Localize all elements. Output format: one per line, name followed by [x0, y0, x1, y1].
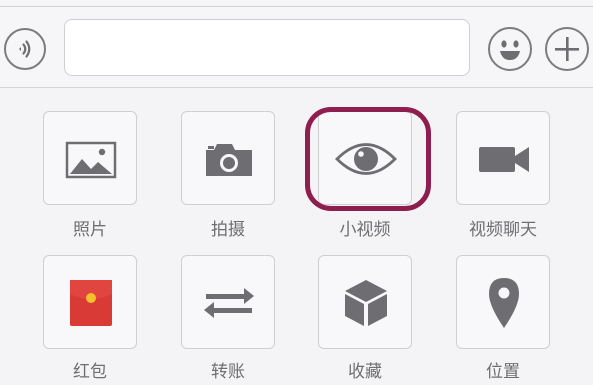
video-chat-button[interactable]	[456, 111, 550, 205]
transfer-arrows-icon	[204, 288, 254, 318]
chat-input-bar	[0, 0, 593, 88]
photo-label: 照片	[73, 220, 107, 240]
red-packet-button[interactable]	[43, 255, 137, 349]
video-camera-icon	[479, 147, 529, 172]
location-button[interactable]	[456, 255, 550, 349]
top-divider	[0, 6, 593, 7]
plus-icon	[555, 37, 579, 61]
smiley-icon	[500, 40, 520, 60]
voice-icon	[19, 40, 31, 58]
cube-icon	[345, 280, 387, 326]
location-pin-icon	[489, 278, 519, 328]
short-video-label: 小视频	[339, 220, 391, 240]
highlight-ring	[305, 107, 431, 211]
photo-button[interactable]	[43, 111, 137, 205]
video-chat-label: 视频聊天	[469, 220, 537, 240]
camera-label: 拍摄	[211, 220, 245, 240]
transfer-button[interactable]	[181, 255, 275, 349]
red-packet-icon	[70, 280, 112, 326]
favorites-button[interactable]	[318, 255, 412, 349]
camera-button[interactable]	[181, 111, 275, 205]
photo-icon	[65, 141, 117, 179]
voice-toggle-button[interactable]	[4, 28, 46, 70]
emoji-button[interactable]	[488, 27, 532, 71]
location-label: 位置	[486, 362, 520, 382]
favorites-label: 收藏	[348, 362, 382, 382]
red-packet-label: 红包	[73, 362, 107, 382]
message-input[interactable]	[64, 19, 470, 76]
more-plus-button[interactable]	[545, 27, 589, 71]
transfer-label: 转账	[211, 362, 245, 382]
camera-icon	[206, 144, 252, 176]
